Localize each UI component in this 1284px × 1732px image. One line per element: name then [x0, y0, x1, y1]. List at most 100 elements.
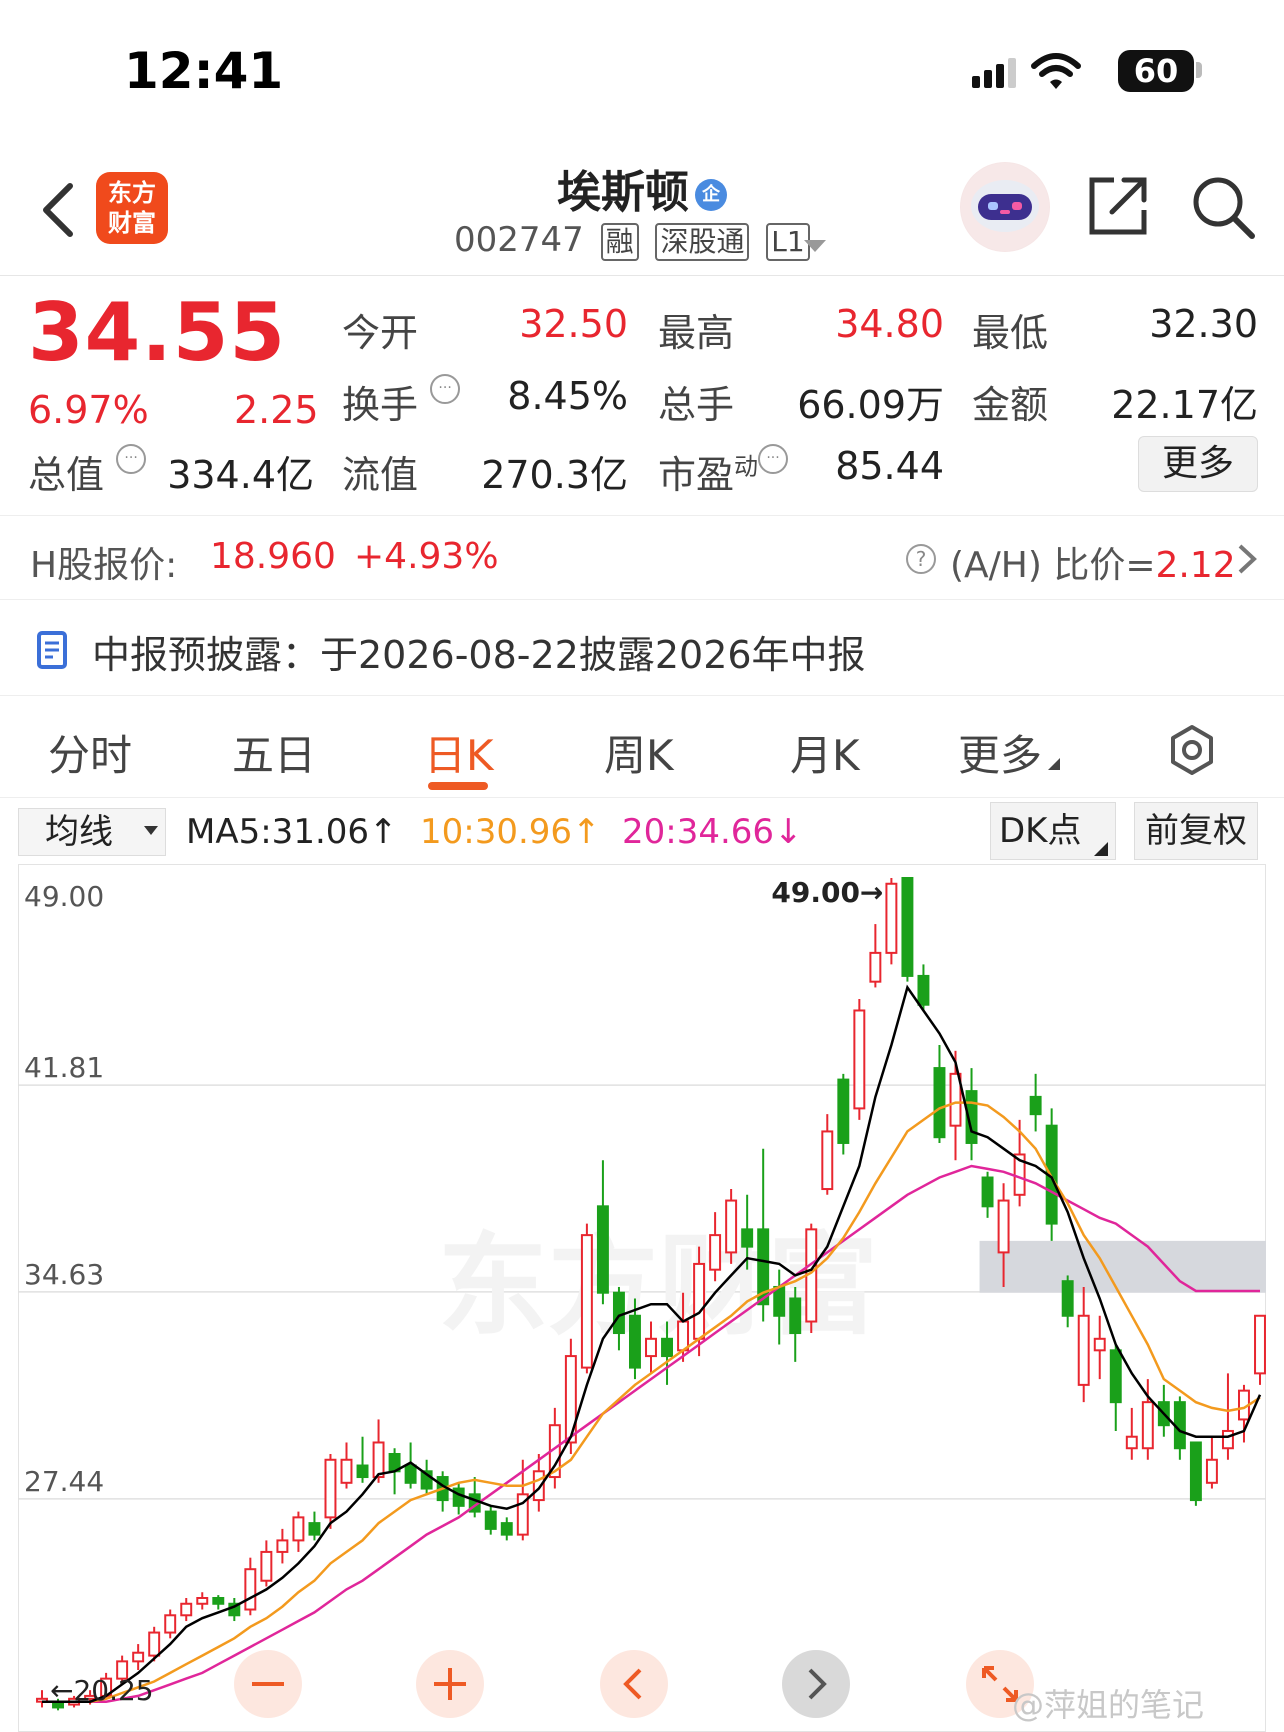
candle-body [1061, 1280, 1074, 1317]
cellular-signal-icon [972, 58, 1016, 88]
info-icon[interactable]: ··· [430, 374, 461, 404]
candle-body [661, 1337, 673, 1358]
report-notice-text: 中报预披露：于2026-08-22披露2026年中报 [92, 633, 866, 677]
candle-body [869, 951, 882, 983]
more-button[interactable]: 更多 [1138, 436, 1258, 492]
candle-body [885, 882, 898, 954]
gear-icon[interactable] [1166, 724, 1218, 776]
tab-five-day[interactable]: 五日 [232, 722, 316, 783]
info-icon[interactable]: ··· [758, 444, 789, 474]
candlestick-chart[interactable]: 49.00 41.81 34.63 27.44 东方财富 49.00→ ←20.25 [18, 864, 1266, 1732]
chart-canvas[interactable]: 49.0041.8134.6327.44东方财富49.00→←20.25 [18, 864, 1266, 1732]
y-tick-label: 49.00 [24, 880, 104, 913]
info-icon[interactable]: ··· [116, 444, 147, 474]
chevron-right-icon [808, 1668, 827, 1700]
ma20-value: 20:34.66 [622, 812, 775, 852]
stock-name: 埃斯顿 [557, 167, 689, 218]
tab-weekly-k[interactable]: 周K [604, 722, 674, 783]
stock-code: 002747 [454, 220, 584, 260]
quote-panel: 34.55 6.97% 2.25 今开 32.50 最高 34.80 最低 32… [0, 278, 1284, 516]
candle-body [212, 1597, 225, 1605]
candle-body [645, 1337, 657, 1358]
candle-body [853, 1009, 866, 1110]
chevron-down-icon[interactable] [804, 240, 826, 252]
search-icon[interactable] [1190, 174, 1258, 242]
y-tick-label: 41.81 [24, 1051, 104, 1084]
candle-body [500, 1522, 513, 1536]
forward-adjust-button[interactable]: 前复权 [1134, 802, 1258, 860]
battery-indicator: 60 [1118, 50, 1194, 92]
candle-body [1221, 1429, 1234, 1450]
help-icon[interactable]: ? [906, 544, 936, 574]
amount-label: 金额 [972, 383, 1049, 427]
battery-level: 60 [1133, 52, 1179, 90]
candle-body [981, 1176, 994, 1208]
margin-tag: 融 [600, 223, 639, 261]
h-share-row[interactable]: H股报价: 18.960 +4.93% ? (A/H) 比价=2.12 [0, 516, 1284, 600]
connect-tag: 深股通 [655, 223, 750, 261]
candle-body [1125, 1435, 1138, 1450]
low-value: 32.30 [1149, 302, 1258, 346]
candle-body [997, 1199, 1010, 1254]
document-icon [37, 631, 67, 669]
candle-body [132, 1651, 145, 1663]
candle-body [1173, 1401, 1186, 1450]
ma20-legend: 20:34.66↓ [622, 812, 803, 852]
plus-icon [434, 1668, 466, 1700]
market-cap-value: 334.4亿 [167, 453, 314, 497]
active-tab-indicator [428, 782, 488, 790]
zoom-in-button[interactable] [416, 1650, 484, 1718]
chevron-left-icon [623, 1668, 642, 1700]
candle-body [629, 1314, 641, 1369]
tab-daily-k[interactable]: 日K [424, 722, 494, 783]
status-bar: 12:41 60 [0, 0, 1284, 140]
candle-body [292, 1516, 305, 1542]
ai-assistant-robot-icon[interactable] [960, 162, 1050, 252]
pe-value: 85.44 [835, 444, 944, 488]
report-notice-row[interactable]: 中报预披露：于2026-08-22披露2026年中报 [0, 600, 1284, 696]
previous-button[interactable] [600, 1650, 668, 1718]
h-share-change: +4.93% [354, 536, 499, 577]
low-label: 最低 [972, 311, 1049, 355]
candle-body [821, 1130, 834, 1191]
down-arrow-icon: ↓ [774, 812, 803, 852]
candle-body [741, 1228, 754, 1248]
ma10-value: 10:30.96 [420, 812, 573, 852]
next-button[interactable] [782, 1650, 850, 1718]
candle-body [612, 1291, 625, 1335]
candle-body [276, 1539, 289, 1553]
candle-body [148, 1631, 161, 1657]
chevron-down-icon[interactable] [144, 826, 158, 835]
pe-label: 市盈动 ··· [658, 444, 789, 499]
y-tick-label: 34.63 [24, 1258, 104, 1291]
candle-body [837, 1078, 850, 1144]
candle-body [260, 1550, 273, 1582]
ma10-legend: 10:30.96↑ [420, 812, 601, 852]
up-arrow-icon: ↑ [572, 812, 601, 852]
status-time: 12:41 [124, 42, 284, 100]
tab-intraday[interactable]: 分时 [48, 722, 132, 783]
candle-body [164, 1614, 177, 1634]
stock-code-row[interactable]: 002747 融 深股通 L1 [454, 220, 810, 261]
dropdown-corner-icon [1048, 758, 1061, 770]
candle-body [1029, 1095, 1042, 1116]
battery-cap [1196, 62, 1202, 78]
volume-label: 总手 [658, 383, 735, 427]
dropdown-corner-icon[interactable] [1094, 842, 1108, 856]
zoom-out-button[interactable] [234, 1650, 302, 1718]
market-cap-label: 总值 ··· [28, 444, 147, 499]
candle-body [340, 1458, 353, 1484]
tab-monthly-k[interactable]: 月K [790, 722, 860, 783]
high-price-marker: 49.00→ [771, 876, 883, 909]
candle-body [1205, 1458, 1218, 1484]
tab-more[interactable]: 更多 [958, 722, 1061, 783]
ma5-value: MA5:31.06 [186, 812, 370, 852]
share-icon[interactable] [1086, 174, 1150, 238]
float-cap-value: 270.3亿 [481, 453, 628, 497]
period-tabs: 分时 五日 日K 周K 月K 更多 [0, 700, 1284, 798]
candle-body [484, 1510, 497, 1530]
chevron-right-icon[interactable] [1236, 542, 1258, 576]
candle-body [1109, 1349, 1122, 1404]
stock-header: 东方 财富 埃斯顿企 002747 融 深股通 L1 [0, 140, 1284, 276]
candle-body [580, 1234, 593, 1369]
